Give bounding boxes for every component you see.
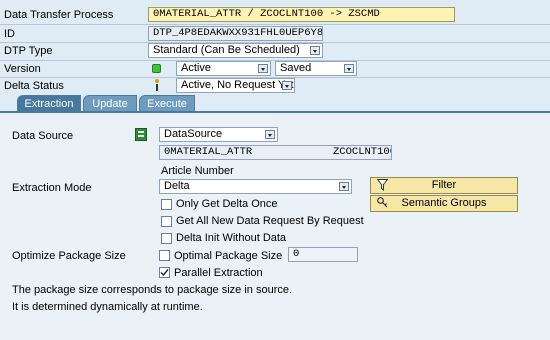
optimal-package-size-field[interactable]: 0 bbox=[288, 247, 358, 262]
dtp-label: Data Transfer Process bbox=[4, 9, 114, 21]
filter-button-label: Filter bbox=[431, 179, 457, 191]
optimal-package-size-label: Optimal Package Size bbox=[174, 250, 283, 262]
key-icon bbox=[377, 197, 388, 213]
semantic-groups-label: Semantic Groups bbox=[401, 197, 487, 209]
filter-button[interactable]: Filter bbox=[370, 177, 518, 194]
tab-strip: Extraction Update Execute bbox=[0, 95, 550, 112]
get-all-new-checkbox[interactable] bbox=[161, 216, 172, 227]
extraction-panel: Data Source DataSource 0MATERIAL_ATTR ZC… bbox=[0, 113, 550, 340]
parallel-extraction-label: Parallel Extraction bbox=[174, 267, 263, 279]
delta-status-dropdown[interactable]: Active, No Request Yet bbox=[176, 78, 295, 93]
info-line-2: It is determined dynamically at runtime. bbox=[12, 301, 203, 313]
version-dropdown[interactable]: Active bbox=[176, 61, 271, 76]
chevron-down-icon[interactable] bbox=[344, 64, 354, 73]
chevron-down-icon[interactable] bbox=[310, 46, 320, 55]
filter-icon bbox=[376, 179, 389, 195]
id-label: ID bbox=[4, 28, 15, 40]
extraction-mode-value: Delta bbox=[164, 180, 190, 192]
optimal-package-size-checkbox[interactable] bbox=[159, 250, 170, 261]
version-label: Version bbox=[4, 63, 41, 75]
active-status-icon bbox=[152, 64, 161, 73]
delta-init-label: Delta Init Without Data bbox=[176, 232, 287, 244]
chevron-down-icon[interactable] bbox=[265, 130, 275, 139]
chevron-down-icon[interactable] bbox=[282, 81, 292, 90]
delta-status-label: Delta Status bbox=[4, 80, 64, 92]
delta-init-checkbox[interactable] bbox=[161, 233, 172, 244]
semantic-groups-button[interactable]: Semantic Groups bbox=[370, 195, 518, 212]
parallel-extraction-checkbox[interactable] bbox=[159, 267, 170, 278]
chevron-down-icon[interactable] bbox=[258, 64, 268, 73]
dtp-type-label: DTP Type bbox=[4, 45, 53, 57]
dtp-type-dropdown[interactable]: Standard (Can Be Scheduled) bbox=[148, 43, 323, 58]
datasource-icon[interactable] bbox=[135, 128, 147, 141]
data-source-type-dropdown[interactable]: DataSource bbox=[159, 127, 278, 142]
data-source-name-field[interactable]: 0MATERIAL_ATTR ZCOCLNT100 bbox=[159, 145, 392, 160]
tab-update[interactable]: Update bbox=[83, 95, 137, 112]
data-source-label: Data Source bbox=[12, 130, 74, 142]
dtp-name-field[interactable]: 0MATERIAL_ATTR / ZCOCLNT100 -> ZSCMD bbox=[148, 7, 455, 22]
tab-extraction[interactable]: Extraction bbox=[17, 95, 81, 112]
dtp-type-value: Standard (Can Be Scheduled) bbox=[153, 44, 300, 56]
chevron-down-icon[interactable] bbox=[339, 182, 349, 191]
only-delta-once-label: Only Get Delta Once bbox=[176, 198, 278, 210]
saved-dropdown[interactable]: Saved bbox=[275, 61, 357, 76]
data-source-name: 0MATERIAL_ATTR bbox=[164, 146, 253, 158]
info-line-1: The package size corresponds to package … bbox=[12, 284, 293, 296]
data-source-system: ZCOCLNT100 bbox=[333, 146, 392, 158]
id-field[interactable]: DTP_4P8EDAKWXX931FHL0UEP6Y8LY bbox=[148, 26, 323, 41]
only-delta-once-checkbox[interactable] bbox=[161, 199, 172, 210]
data-source-type-value: DataSource bbox=[164, 128, 223, 140]
tab-execute[interactable]: Execute bbox=[139, 95, 195, 112]
divider bbox=[0, 24, 550, 25]
extraction-mode-label: Extraction Mode bbox=[12, 182, 92, 194]
info-icon bbox=[154, 78, 160, 92]
version-value: Active bbox=[181, 62, 211, 74]
optimize-package-size-label: Optimize Package Size bbox=[12, 250, 126, 262]
saved-value: Saved bbox=[280, 62, 312, 74]
get-all-new-label: Get All New Data Request By Request bbox=[176, 215, 364, 227]
extraction-mode-dropdown[interactable]: Delta bbox=[159, 179, 352, 194]
data-source-description: Article Number bbox=[161, 165, 234, 177]
delta-status-value: Active, No Request Yet bbox=[181, 79, 294, 91]
